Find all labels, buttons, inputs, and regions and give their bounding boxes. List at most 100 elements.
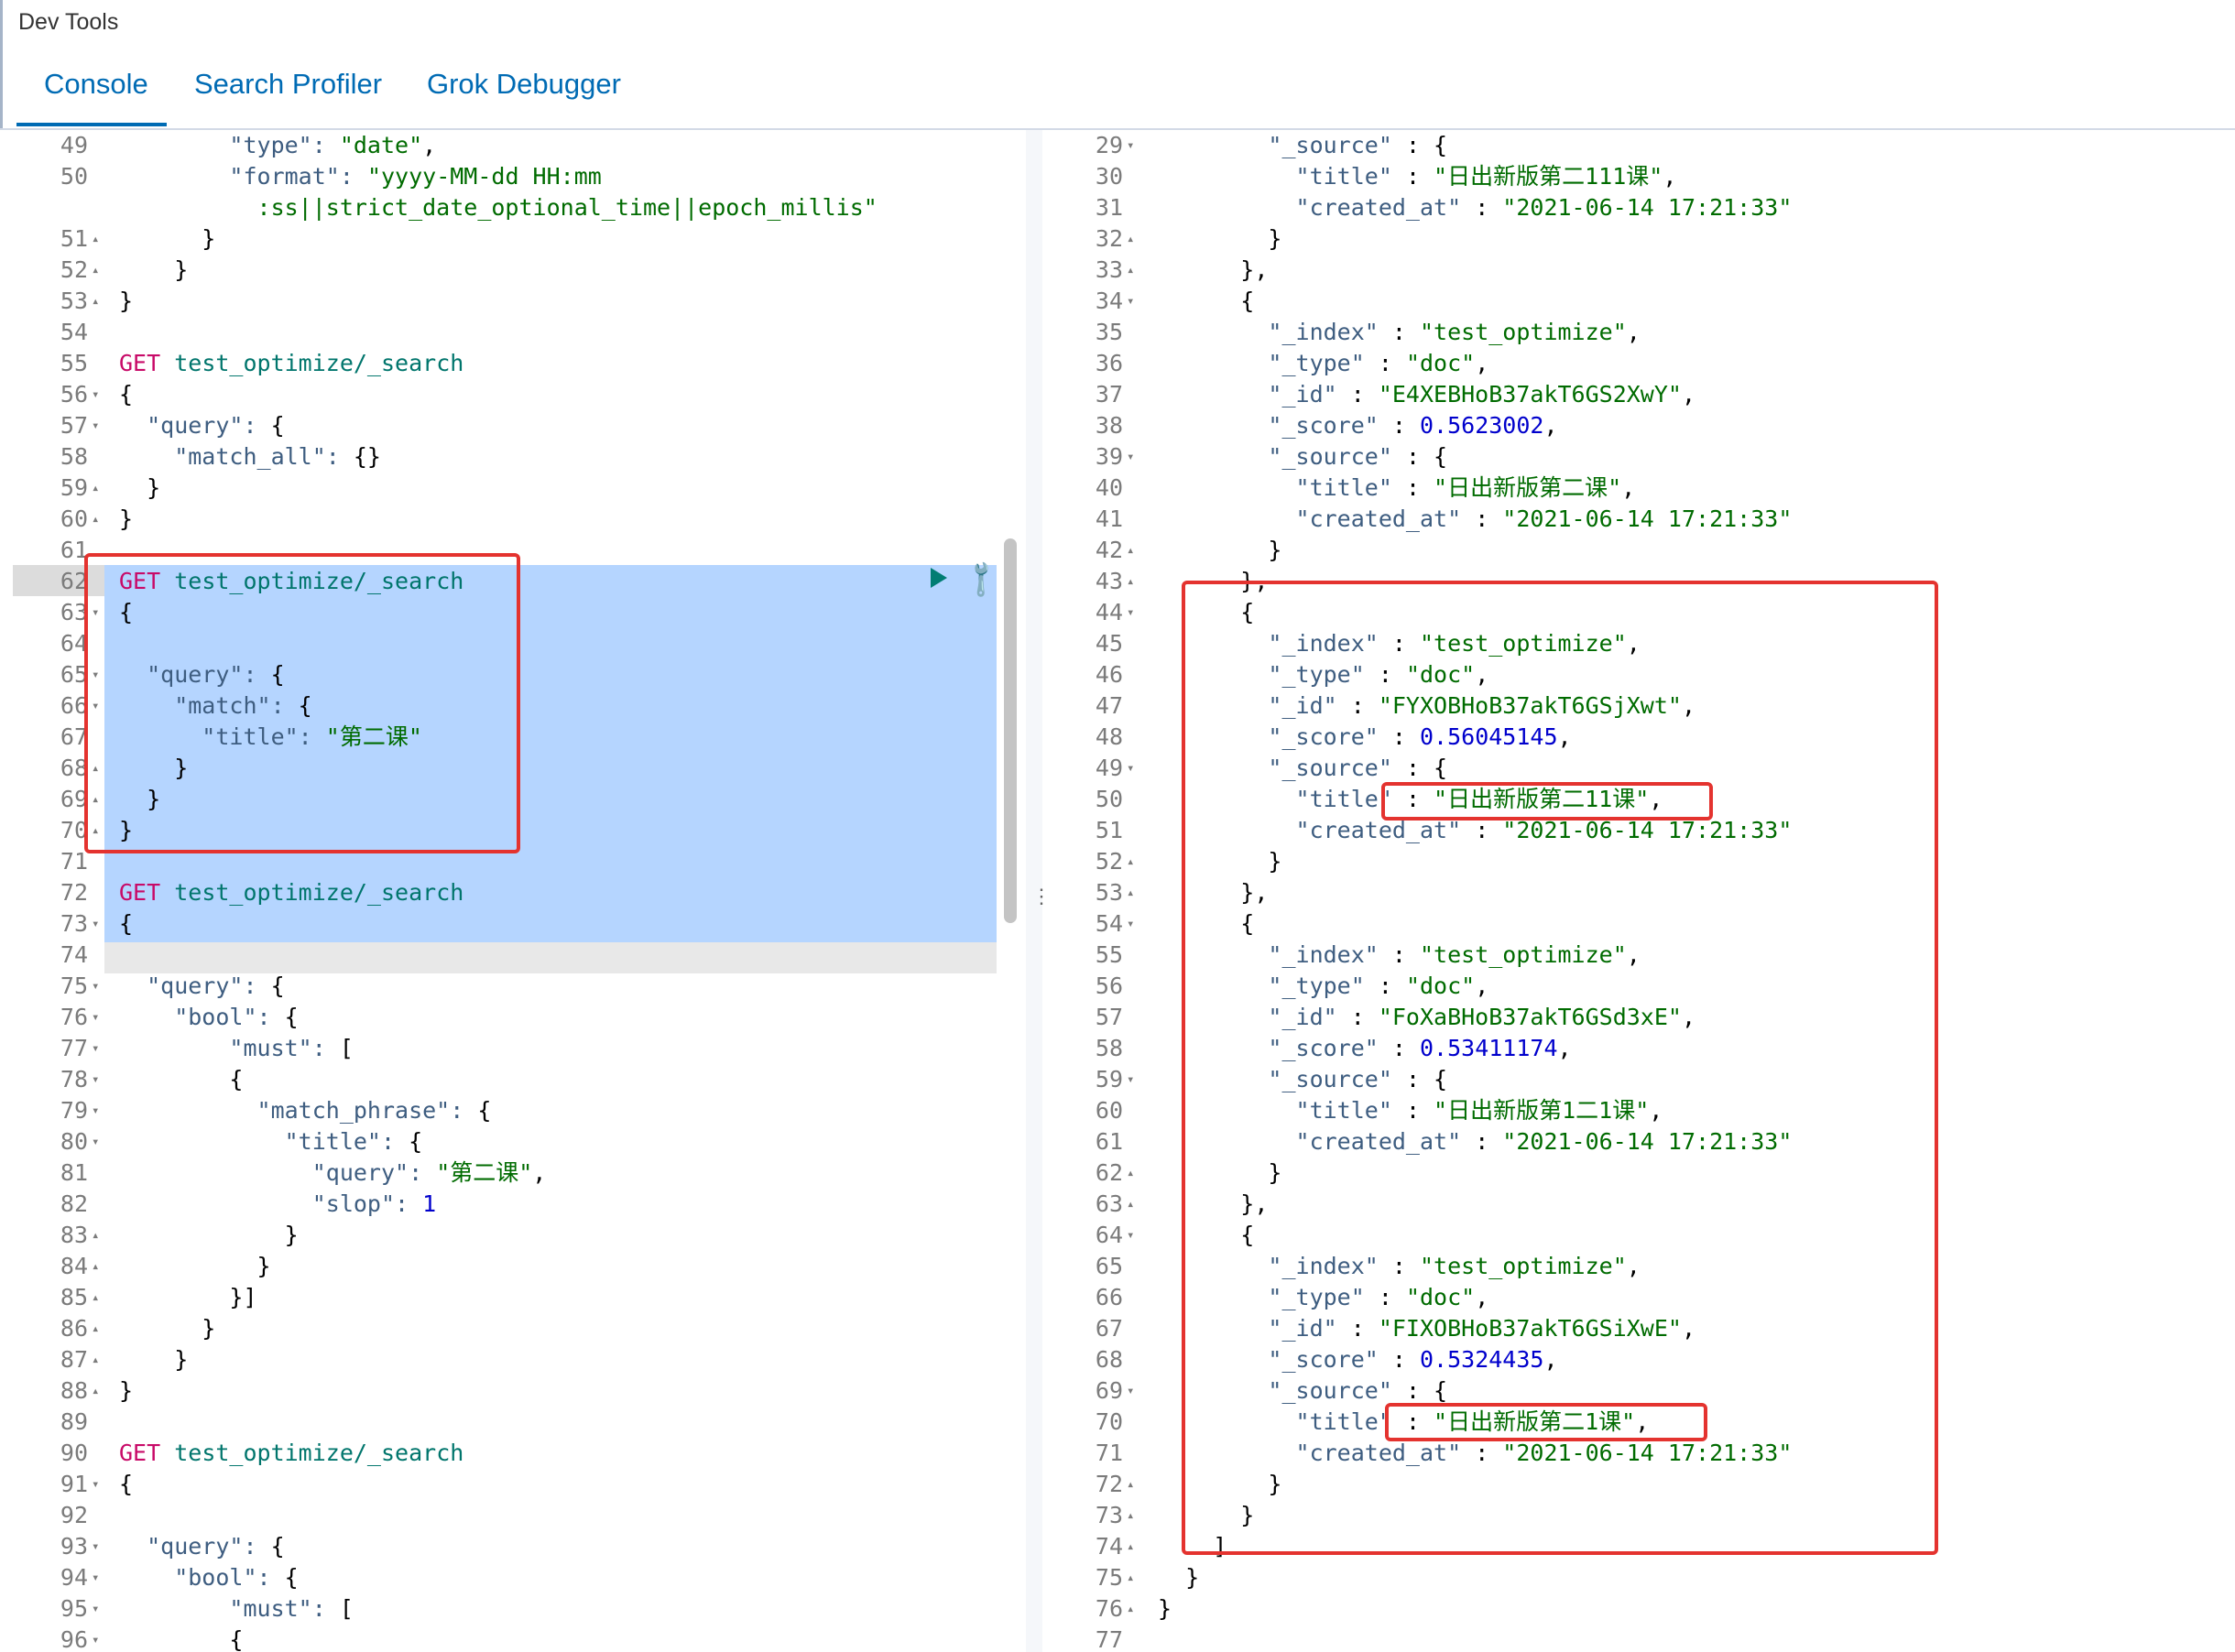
fold-open-icon[interactable]: ▾ (1127, 286, 1134, 317)
fold-open-icon[interactable]: ▾ (1127, 1220, 1134, 1251)
line-number: 76 (60, 1004, 88, 1030)
response-line: 77 (1048, 1625, 2235, 1652)
token-punct: , (1543, 412, 1558, 439)
token-num: 1 (422, 1190, 437, 1217)
fold-open-icon[interactable]: ▾ (92, 1469, 99, 1500)
token-str: "日出新版第二课" (1434, 474, 1622, 501)
line-number: 64 (1095, 1222, 1123, 1248)
line-number: 85 (60, 1284, 88, 1310)
token-str: "2021-06-14 17:21:33" (1502, 505, 1793, 532)
fold-open-icon[interactable]: ▾ (1127, 130, 1134, 161)
token-method: GET (119, 879, 175, 906)
annotation-title-box-2 (1385, 1403, 1707, 1441)
line-number: 95 (60, 1595, 88, 1622)
response-line: 40 "title" : "日出新版第二课", (1048, 473, 2235, 504)
fold-open-icon[interactable]: ▾ (92, 1531, 99, 1562)
token-punct: {} (353, 443, 381, 470)
line-number: 67 (60, 723, 88, 750)
fold-close-icon[interactable]: ▴ (92, 1313, 99, 1344)
fold-open-icon[interactable]: ▾ (92, 379, 99, 410)
request-line: 96 ▾ { (0, 1625, 1000, 1652)
code-text: "must": [ (119, 1593, 354, 1625)
code-text: "bool": { (119, 1562, 298, 1593)
fold-open-icon[interactable]: ▾ (1127, 1375, 1134, 1407)
token-key: "_type" (1158, 350, 1379, 376)
fold-close-icon[interactable]: ▴ (92, 286, 99, 317)
fold-open-icon[interactable]: ▾ (92, 1562, 99, 1593)
line-number: 66 (1095, 1284, 1123, 1310)
code-text: "slop": 1 (119, 1189, 437, 1220)
fold-close-icon[interactable]: ▴ (92, 1282, 99, 1313)
token-punct: : (1405, 474, 1434, 501)
code-text: "_source" : { (1158, 130, 1447, 161)
line-number: 41 (1095, 505, 1123, 532)
request-editor[interactable]: 49 "type": "date", 50 "format": "yyyy-MM-… (0, 130, 1000, 1652)
fold-open-icon[interactable]: ▾ (92, 1593, 99, 1625)
tab-search-profiler[interactable]: Search Profiler (194, 68, 382, 101)
line-number: 79 (60, 1097, 88, 1124)
tab-console[interactable]: Console (44, 68, 148, 101)
fold-close-icon[interactable]: ▴ (92, 504, 99, 535)
fold-open-icon[interactable]: ▾ (92, 1625, 99, 1652)
fold-open-icon[interactable]: ▾ (92, 971, 99, 1002)
code-text: :ss||strict_date_optional_time||epoch_mi… (119, 192, 878, 223)
fold-open-icon[interactable]: ▾ (92, 1033, 99, 1064)
fold-close-icon[interactable]: ▴ (1127, 1500, 1134, 1531)
fold-close-icon[interactable]: ▴ (1127, 566, 1134, 597)
fold-close-icon[interactable]: ▴ (92, 1220, 99, 1251)
fold-open-icon[interactable]: ▾ (1127, 753, 1134, 784)
fold-close-icon[interactable]: ▴ (1127, 1157, 1134, 1189)
fold-open-icon[interactable]: ▾ (92, 1064, 99, 1095)
fold-close-icon[interactable]: ▴ (1127, 255, 1134, 286)
fold-close-icon[interactable]: ▴ (1127, 1189, 1134, 1220)
fold-open-icon[interactable]: ▾ (92, 908, 99, 940)
line-number: 71 (60, 848, 88, 875)
fold-open-icon[interactable]: ▾ (1127, 441, 1134, 473)
request-line: 55 GET test_optimize/_search (0, 348, 1000, 379)
line-number: 61 (1095, 1128, 1123, 1155)
line-number: 58 (60, 443, 88, 470)
token-key: "_score" (1158, 412, 1392, 439)
fold-open-icon[interactable]: ▾ (1127, 1064, 1134, 1095)
fold-close-icon[interactable]: ▴ (1127, 535, 1134, 566)
line-number: 35 (1095, 319, 1123, 345)
fold-close-icon[interactable]: ▴ (1127, 1562, 1134, 1593)
token-punct: , (1626, 319, 1641, 345)
token-key: "slop": (119, 1190, 423, 1217)
fold-close-icon[interactable]: ▴ (1127, 1531, 1134, 1562)
fold-open-icon[interactable]: ▾ (1127, 597, 1134, 628)
line-number: 72 (1095, 1471, 1123, 1497)
code-text: } (119, 1251, 271, 1282)
fold-close-icon[interactable]: ▴ (92, 1375, 99, 1407)
token-punct: } (119, 505, 134, 532)
tab-grok-debugger[interactable]: Grok Debugger (427, 68, 621, 101)
fold-close-icon[interactable]: ▴ (92, 1344, 99, 1375)
token-punct: [ (339, 1595, 354, 1622)
fold-close-icon[interactable]: ▴ (92, 473, 99, 504)
fold-close-icon[interactable]: ▴ (1127, 223, 1134, 255)
fold-open-icon[interactable]: ▾ (1127, 908, 1134, 940)
token-key: "bool": (119, 1564, 285, 1591)
fold-close-icon[interactable]: ▴ (92, 223, 99, 255)
fold-open-icon[interactable]: ▾ (92, 1126, 99, 1157)
fold-close-icon[interactable]: ▴ (1127, 846, 1134, 877)
play-icon[interactable] (931, 568, 947, 588)
fold-close-icon[interactable]: ▴ (92, 1251, 99, 1282)
fold-close-icon[interactable]: ▴ (1127, 1593, 1134, 1625)
line-number: 43 (1095, 568, 1123, 594)
line-number: 59 (60, 474, 88, 501)
request-line: 59 ▴ } (0, 473, 1000, 504)
code-text: "query": { (119, 971, 285, 1002)
fold-open-icon[interactable]: ▾ (92, 410, 99, 441)
line-number: 52 (60, 256, 88, 283)
fold-open-icon[interactable]: ▾ (92, 1095, 99, 1126)
fold-close-icon[interactable]: ▴ (1127, 1469, 1134, 1500)
request-line: 87 ▴ } (0, 1344, 1000, 1375)
request-scrollbar[interactable] (1004, 538, 1017, 923)
fold-close-icon[interactable]: ▴ (1127, 877, 1134, 908)
line-number: 57 (60, 412, 88, 439)
fold-open-icon[interactable]: ▾ (92, 1002, 99, 1033)
fold-close-icon[interactable]: ▴ (92, 255, 99, 286)
line-number: 38 (1095, 412, 1123, 439)
request-line: 74 (0, 940, 1000, 971)
